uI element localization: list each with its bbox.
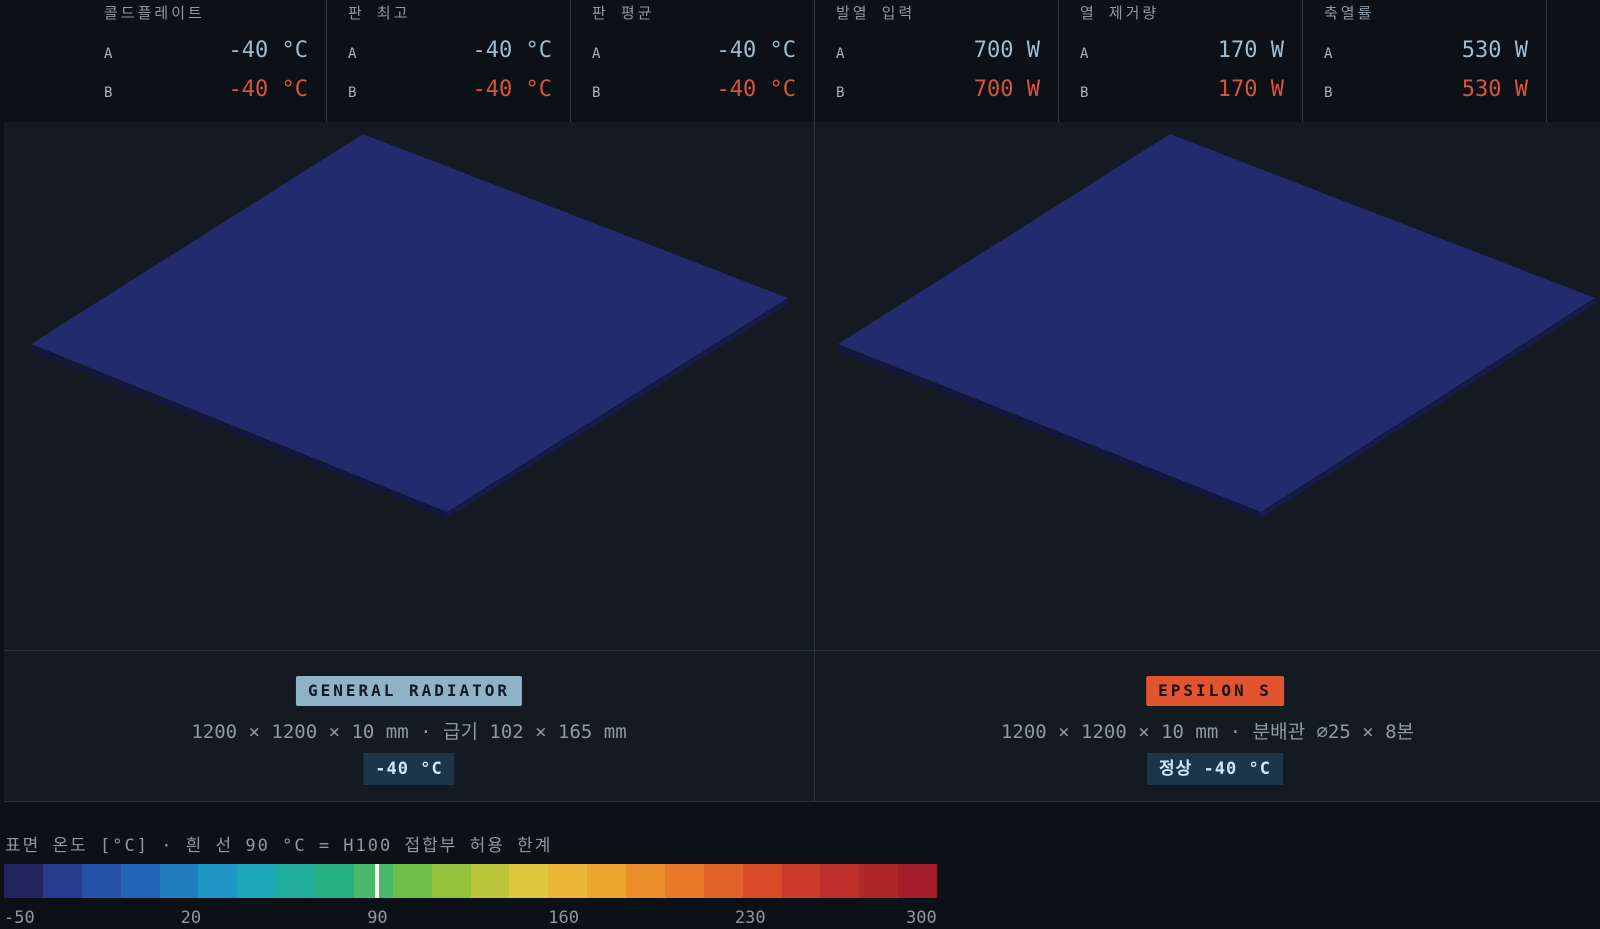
colorbar-segment bbox=[4, 864, 43, 898]
value-b: -40 °C bbox=[228, 77, 308, 102]
colorbar-segment bbox=[315, 864, 354, 898]
stat-title: 콜드플레이트 bbox=[104, 4, 205, 22]
colorbar-segment bbox=[159, 864, 199, 898]
colorbar-tick-label: 230 bbox=[734, 908, 766, 928]
stat-heat-storage: 축열률 A 530 W B 530 W bbox=[1324, 0, 1547, 122]
stat-title: 판 평균 bbox=[592, 4, 655, 22]
stat-row-b: B -40 °C bbox=[104, 77, 308, 107]
plate-view-epsilon-s[interactable] bbox=[815, 122, 1600, 650]
limit-line-marker bbox=[375, 864, 380, 898]
status-temperature-chip: 정상 -40 °C bbox=[1147, 753, 1283, 785]
value-b: 700 W bbox=[973, 77, 1040, 102]
stat-row-b: B 700 W bbox=[836, 77, 1040, 107]
colorbar-segment bbox=[81, 864, 121, 898]
stat-row-b: B 170 W bbox=[1080, 77, 1284, 107]
colorbar-tick-label: 160 bbox=[548, 908, 580, 928]
value-b: -40 °C bbox=[472, 77, 552, 102]
value-a: -40 °C bbox=[716, 38, 796, 63]
value-b: 530 W bbox=[1461, 77, 1528, 102]
colorbar-segment bbox=[42, 864, 82, 898]
colorbar-segment bbox=[509, 864, 549, 898]
colorbar-segment bbox=[392, 864, 432, 898]
plate-surface bbox=[838, 134, 1595, 512]
colorbar-segment bbox=[664, 864, 704, 898]
value-b: -40 °C bbox=[716, 77, 796, 102]
row-label-b: B bbox=[836, 85, 845, 101]
value-a: 170 W bbox=[1217, 38, 1284, 63]
plate-3d-render bbox=[31, 134, 788, 518]
colorbar-segment bbox=[198, 864, 238, 898]
row-label-a: A bbox=[592, 46, 601, 62]
stat-row-b: B -40 °C bbox=[592, 77, 796, 107]
colorbar-segment bbox=[742, 864, 782, 898]
row-label-b: B bbox=[592, 85, 601, 101]
plate-3d-render bbox=[838, 134, 1595, 518]
colorbar-segment bbox=[548, 864, 588, 898]
dimensions-text: 1200 × 1200 × 10 mm · 분배관 ⌀25 × 8본 bbox=[1000, 721, 1415, 743]
colorbar-segment bbox=[587, 864, 626, 898]
colorbar-segment bbox=[120, 864, 160, 898]
colorbar-segment bbox=[626, 864, 665, 898]
colorbar-segment bbox=[237, 864, 277, 898]
colorbar-tick-label: 20 bbox=[180, 908, 202, 928]
stat-row-a: A -40 °C bbox=[348, 38, 552, 68]
row-label-a: A bbox=[1080, 46, 1089, 62]
row-label-a: A bbox=[1324, 46, 1333, 62]
colorbar-segment bbox=[820, 864, 860, 898]
value-a: -40 °C bbox=[472, 38, 552, 63]
stat-row-a: A 700 W bbox=[836, 38, 1040, 68]
stat-title: 축열률 bbox=[1324, 4, 1375, 22]
colorbar-segment bbox=[353, 864, 393, 898]
colorbar-tick-label: 90 bbox=[367, 908, 388, 928]
info-panel-left: GENERAL RADIATOR 1200 × 1200 × 10 mm · 급… bbox=[4, 650, 815, 802]
legend-title: 표면 온도 [°C] · 흰 선 90 °C = H100 접합부 허용 한계 bbox=[5, 836, 553, 856]
colorbar-segment bbox=[898, 864, 937, 898]
row-label-b: B bbox=[1080, 85, 1089, 101]
stat-plate-max: 판 최고 A -40 °C B -40 °C bbox=[348, 0, 571, 122]
value-a: 700 W bbox=[973, 38, 1040, 63]
stat-row-b: B -40 °C bbox=[348, 77, 552, 107]
row-label-b: B bbox=[104, 85, 113, 101]
temperature-chip: -40 °C bbox=[363, 753, 455, 785]
plate-view-general-radiator[interactable] bbox=[4, 122, 815, 650]
stat-row-a: A 170 W bbox=[1080, 38, 1284, 68]
stat-row-a: A 530 W bbox=[1324, 38, 1528, 68]
colorbar-segment bbox=[859, 864, 899, 898]
stat-row-a: A -40 °C bbox=[104, 38, 308, 68]
colorbar-segment bbox=[781, 864, 821, 898]
colorbar-tick-label: 300 bbox=[906, 908, 937, 928]
stat-row-a: A -40 °C bbox=[592, 38, 796, 68]
colorbar-tick-label: -50 bbox=[4, 908, 35, 928]
stat-heat-removal: 열 제거량 A 170 W B 170 W bbox=[1080, 0, 1303, 122]
value-a: 530 W bbox=[1461, 38, 1528, 63]
colorbar-segment bbox=[470, 864, 510, 898]
stat-row-b: B 530 W bbox=[1324, 77, 1528, 107]
model-badge: GENERAL RADIATOR bbox=[295, 676, 523, 706]
colorbar-segment bbox=[431, 864, 471, 898]
stat-title: 열 제거량 bbox=[1080, 4, 1160, 22]
row-label-a: A bbox=[836, 46, 845, 62]
model-badge: EPSILON S bbox=[1146, 676, 1284, 706]
row-label-b: B bbox=[1324, 85, 1333, 101]
plate-surface bbox=[31, 134, 788, 512]
value-a: -40 °C bbox=[228, 38, 308, 63]
row-label-a: A bbox=[104, 46, 113, 62]
stats-header: 콜드플레이트 A -40 °C B -40 °C 판 최고 A -40 °C B… bbox=[0, 0, 1600, 122]
row-label-a: A bbox=[348, 46, 357, 62]
dimensions-text: 1200 × 1200 × 10 mm · 급기 102 × 165 mm bbox=[191, 721, 627, 743]
stat-cold-plate: 콜드플레이트 A -40 °C B -40 °C bbox=[104, 0, 327, 122]
row-label-b: B bbox=[348, 85, 357, 101]
info-panel-right: EPSILON S 1200 × 1200 × 10 mm · 분배관 ⌀25 … bbox=[815, 650, 1600, 802]
stat-title: 발열 입력 bbox=[836, 4, 916, 22]
colorbar-segment bbox=[703, 864, 743, 898]
colorbar-segment bbox=[276, 864, 315, 898]
stat-plate-avg: 판 평균 A -40 °C B -40 °C bbox=[592, 0, 815, 122]
value-b: 170 W bbox=[1217, 77, 1284, 102]
temperature-colorbar bbox=[4, 864, 937, 898]
stat-title: 판 최고 bbox=[348, 4, 411, 22]
stat-heat-input: 발열 입력 A 700 W B 700 W bbox=[836, 0, 1059, 122]
